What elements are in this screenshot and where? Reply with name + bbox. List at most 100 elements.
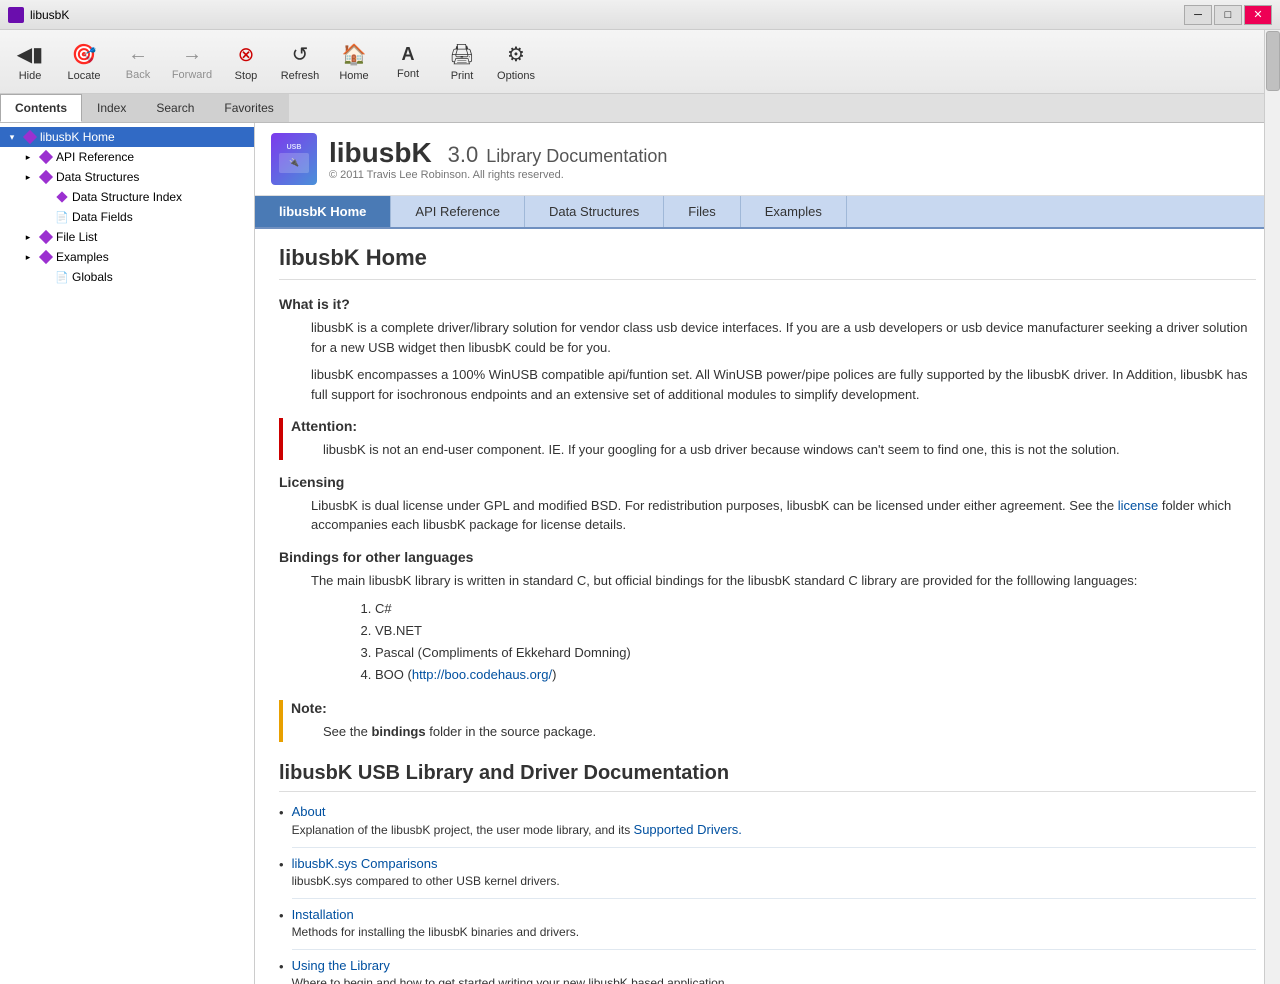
scrollbar[interactable]: [1264, 30, 1280, 984]
print-button[interactable]: 🖨 Print: [436, 34, 488, 90]
minimize-button[interactable]: ─: [1184, 5, 1212, 25]
what-is-it-para2: libusbK encompasses a 100% WinUSB compat…: [279, 365, 1256, 404]
title-bar: libusbK ─ □ ✕: [0, 0, 1280, 30]
expander-gl: [36, 269, 52, 285]
locate-label: Locate: [67, 70, 100, 82]
license-link[interactable]: license: [1118, 498, 1158, 513]
sidebar-item-libusbk-home[interactable]: ▾ libusbK Home: [0, 127, 254, 147]
link-block-using-library: Using the Library Where to begin and how…: [292, 958, 1256, 984]
installation-link[interactable]: Installation: [292, 907, 354, 922]
link-item-libusbk-sys: • libusbK.sys Comparisons libusbK.sys co…: [279, 856, 1256, 899]
forward-button[interactable]: → Forward: [166, 34, 218, 90]
expander-api[interactable]: ▸: [20, 149, 36, 165]
bindings-heading: Bindings for other languages: [279, 549, 1256, 565]
back-button[interactable]: ← Back: [112, 34, 164, 90]
content-tab-examples[interactable]: Examples: [741, 196, 847, 227]
font-label: Font: [397, 68, 419, 80]
expander-dsi: [36, 189, 52, 205]
toolbar: ◀▮ Hide 🎯 Locate ← Back → Forward ⊗ Stop…: [0, 30, 1280, 94]
close-button[interactable]: ✕: [1244, 5, 1272, 25]
page-icon-gl: 📄: [54, 269, 70, 285]
stop-label: Stop: [235, 70, 258, 82]
link-item-using-library: • Using the Library Where to begin and h…: [279, 958, 1256, 984]
diamond-icon-dsi: [54, 189, 70, 205]
content-scroll[interactable]: libusbK Home What is it? libusbK is a co…: [255, 229, 1280, 984]
expander-ds[interactable]: ▸: [20, 169, 36, 185]
hide-button[interactable]: ◀▮ Hide: [4, 34, 56, 90]
sidebar-item-data-fields[interactable]: 📄 Data Fields: [0, 207, 254, 227]
window-title: libusbK: [30, 8, 69, 22]
sidebar-item-examples[interactable]: ▸ Examples: [0, 247, 254, 267]
using-library-link[interactable]: Using the Library: [292, 958, 390, 973]
stop-button[interactable]: ⊗ Stop: [220, 34, 272, 90]
home-button[interactable]: 🏠 Home: [328, 34, 380, 90]
font-button[interactable]: A Font: [382, 34, 434, 90]
content-tab-api[interactable]: API Reference: [391, 196, 525, 227]
hide-icon: ◀▮: [17, 42, 43, 67]
tab-index[interactable]: Index: [82, 94, 141, 122]
forward-icon: →: [182, 43, 202, 66]
maximize-button[interactable]: □: [1214, 5, 1242, 25]
sidebar-label-ex: Examples: [56, 250, 109, 264]
nav-tabs: Contents Index Search Favorites: [0, 94, 1280, 123]
tab-favorites[interactable]: Favorites: [209, 94, 288, 122]
link-item-installation: • Installation Methods for installing th…: [279, 907, 1256, 950]
content-tab-files[interactable]: Files: [664, 196, 740, 227]
header-subtitle: Library Documentation: [486, 146, 667, 167]
refresh-button[interactable]: ↺ Refresh: [274, 34, 326, 90]
bullet-using-library: •: [279, 959, 284, 974]
window-controls[interactable]: ─ □ ✕: [1184, 5, 1272, 25]
sidebar: ▾ libusbK Home ▸ API Reference ▸ Data St…: [0, 123, 255, 984]
attention-text: libusbK is not an end-user component. IE…: [291, 440, 1256, 460]
tab-search[interactable]: Search: [141, 94, 209, 122]
sidebar-item-data-structures[interactable]: ▸ Data Structures: [0, 167, 254, 187]
main-layout: ▾ libusbK Home ▸ API Reference ▸ Data St…: [0, 123, 1280, 984]
libusbk-sys-link[interactable]: libusbK.sys Comparisons: [292, 856, 438, 871]
libusbk-sys-desc: libusbK.sys compared to other USB kernel…: [292, 873, 1256, 890]
sidebar-label-gl: Globals: [72, 270, 113, 284]
locate-button[interactable]: 🎯 Locate: [58, 34, 110, 90]
tab-contents[interactable]: Contents: [0, 94, 82, 122]
boo-link[interactable]: http://boo.codehaus.org/: [412, 667, 552, 682]
expander-ex[interactable]: ▸: [20, 249, 36, 265]
supported-drivers-link[interactable]: Supported Drivers.: [634, 822, 742, 837]
sidebar-item-globals[interactable]: 📄 Globals: [0, 267, 254, 287]
diamond-icon-home: [22, 129, 38, 145]
sidebar-label-dsi: Data Structure Index: [72, 190, 182, 204]
binding-item-1: VB.NET: [375, 620, 1256, 642]
options-button[interactable]: ⚙ Options: [490, 34, 542, 90]
installation-desc: Methods for installing the libusbK binar…: [292, 924, 1256, 941]
sidebar-label-fl: File List: [56, 230, 97, 244]
back-icon: ←: [128, 43, 148, 66]
bullet-installation: •: [279, 908, 284, 923]
licensing-heading: Licensing: [279, 474, 1256, 490]
note-box: Note: See the bindings folder in the sou…: [279, 700, 1256, 742]
content-area: USB 🔌 libusbK 3.0 Library Documentation …: [255, 123, 1280, 984]
link-block-installation: Installation Methods for installing the …: [292, 907, 1256, 950]
back-label: Back: [126, 69, 150, 81]
sidebar-item-dsi[interactable]: Data Structure Index: [0, 187, 254, 207]
options-label: Options: [497, 70, 535, 82]
link-item-about: • About Explanation of the libusbK proje…: [279, 804, 1256, 848]
content-tab-ds[interactable]: Data Structures: [525, 196, 664, 227]
refresh-label: Refresh: [281, 70, 320, 82]
binding-item-0: C#: [375, 598, 1256, 620]
attention-box: Attention: libusbK is not an end-user co…: [279, 418, 1256, 460]
about-desc: Explanation of the libusbK project, the …: [292, 821, 1256, 839]
note-text: See the bindings folder in the source pa…: [291, 722, 1256, 742]
content-tab-home[interactable]: libusbK Home: [255, 196, 391, 227]
what-is-it-para1: libusbK is a complete driver/library sol…: [279, 318, 1256, 357]
using-library-desc: Where to begin and how to get started wr…: [292, 975, 1256, 984]
expander-fl[interactable]: ▸: [20, 229, 36, 245]
expander-df: [36, 209, 52, 225]
licensing-text: LibusbK is dual license under GPL and mo…: [279, 496, 1256, 535]
app-icon: [8, 7, 24, 23]
about-link[interactable]: About: [292, 804, 326, 819]
options-icon: ⚙: [507, 42, 525, 67]
header-version: 3.0: [448, 142, 479, 168]
scrollbar-thumb[interactable]: [1266, 31, 1280, 91]
sidebar-item-api-reference[interactable]: ▸ API Reference: [0, 147, 254, 167]
hide-label: Hide: [19, 70, 42, 82]
expander-libusbk-home[interactable]: ▾: [4, 129, 20, 145]
sidebar-item-file-list[interactable]: ▸ File List: [0, 227, 254, 247]
